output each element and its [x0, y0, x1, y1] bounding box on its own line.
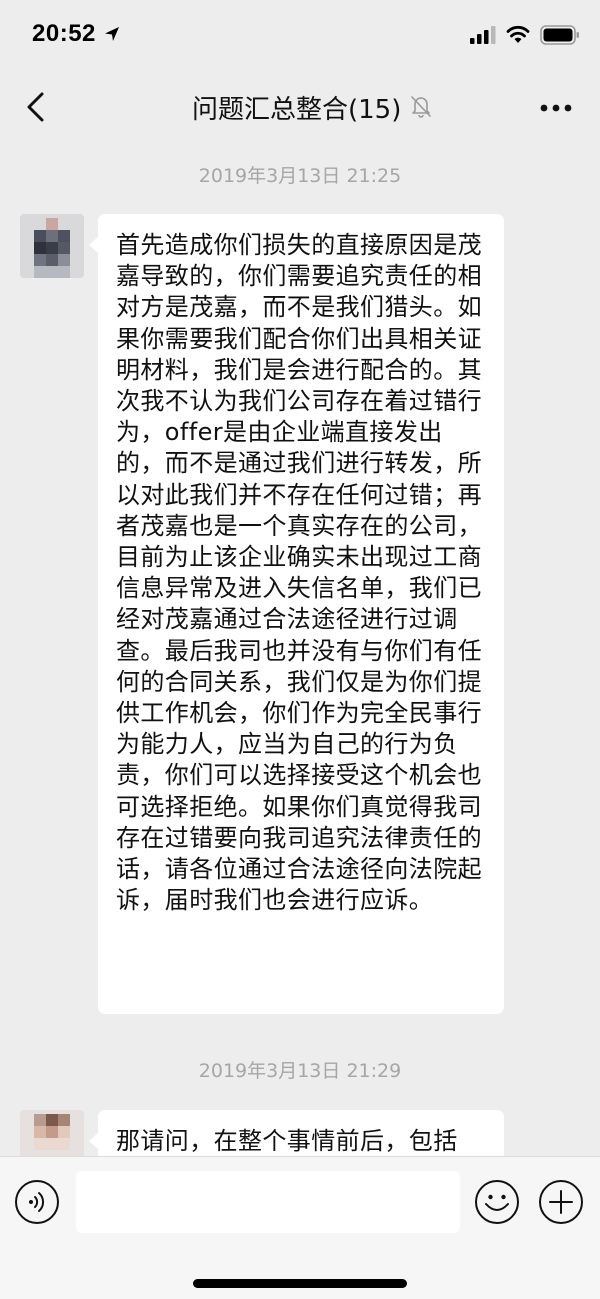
smiley-face-icon [475, 1180, 519, 1224]
message-text: 那请问，在整个事情前后，包括 [116, 1127, 458, 1155]
message-input-bar [0, 1156, 600, 1299]
bubble-tail [89, 236, 99, 254]
bell-muted-icon [411, 96, 431, 118]
chat-title: 问题汇总整合(15) [192, 95, 402, 125]
message-timestamp: 2019年3月13日 21:25 [198, 165, 402, 187]
cellular-signal-icon [470, 26, 496, 44]
home-indicator[interactable] [193, 1279, 407, 1288]
battery-icon [540, 25, 579, 45]
sender-avatar[interactable] [20, 214, 84, 278]
ellipsis-icon [540, 104, 572, 112]
bubble-tail [89, 1132, 99, 1150]
voice-icon [15, 1180, 59, 1224]
back-button[interactable] [18, 88, 58, 128]
message-bubble[interactable]: 首先造成你们损失的直接原因是茂嘉导致的，你们需要追究责任的相对方是茂嘉，而不是我… [89, 214, 504, 1014]
more-functions-button[interactable] [538, 1179, 584, 1225]
wifi-icon [506, 25, 530, 43]
chevron-left-icon [27, 92, 44, 122]
status-time: 20:52 [32, 20, 96, 47]
status-bar: 20:52 [0, 0, 600, 76]
navigation-bar: 问题汇总整合(15) [0, 76, 600, 140]
voice-input-button[interactable] [14, 1179, 60, 1225]
message-text-input[interactable] [76, 1171, 460, 1233]
emoji-button[interactable] [474, 1179, 520, 1225]
plus-circle-icon [539, 1180, 583, 1224]
location-arrow-icon [105, 27, 119, 41]
message-text: 首先造成你们损失的直接原因是茂嘉导致的，你们需要追究责任的相对方是茂嘉，而不是我… [116, 231, 482, 915]
more-options-button[interactable] [534, 92, 580, 124]
sender-avatar[interactable] [20, 1110, 84, 1156]
message-bubble[interactable]: 那请问，在整个事情前后，包括 [89, 1110, 504, 1156]
chat-message-list[interactable]: 2019年3月13日 21:25 首先造成你们损失的直接原因是茂嘉导致的，你们需… [0, 140, 600, 1156]
message-timestamp: 2019年3月13日 21:29 [198, 1060, 402, 1082]
